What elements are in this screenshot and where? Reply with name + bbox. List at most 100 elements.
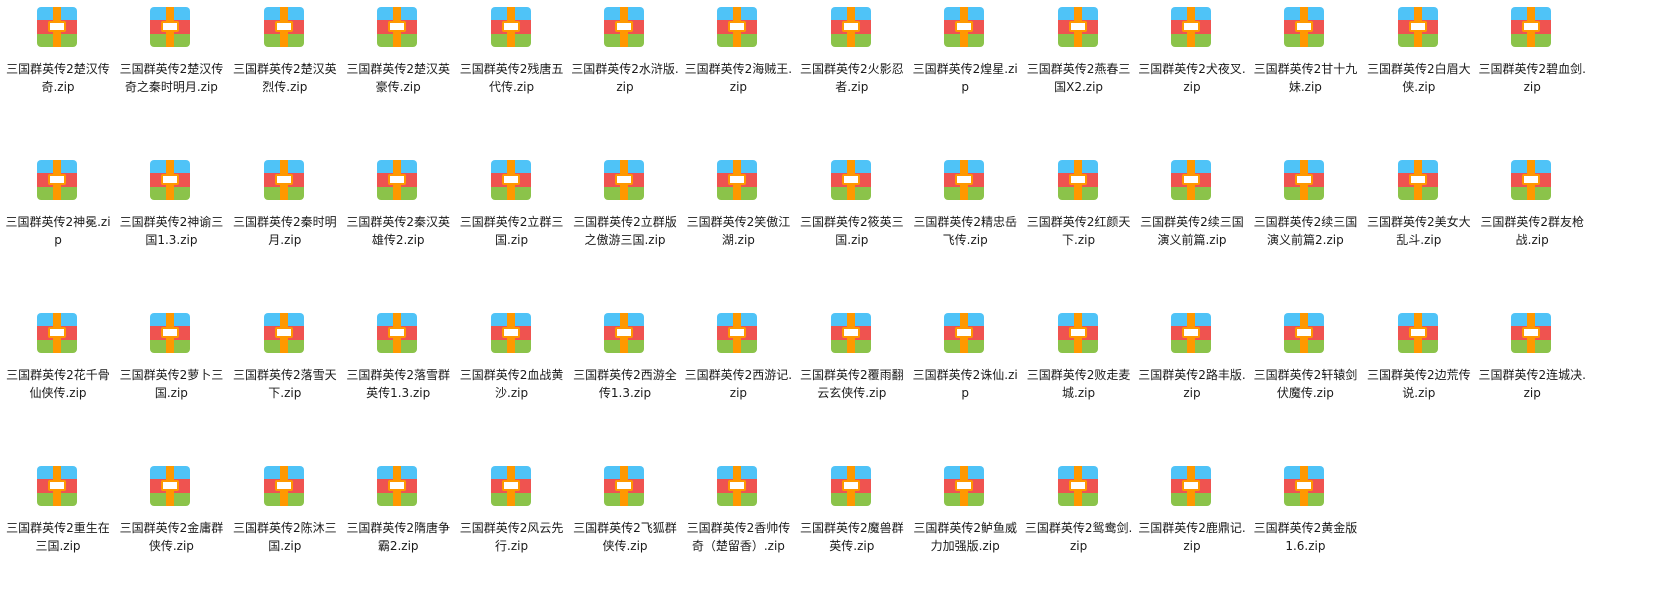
zip-archive-icon (263, 466, 304, 506)
file-name: 三国群英传2落雪天下.zip (232, 368, 337, 400)
file-item[interactable]: 三国群英传2楚汉传奇.zip (2, 0, 114, 150)
file-item[interactable]: 三国群英传2秦时明月.zip (229, 153, 341, 303)
file-name: 三国群英传2风云先行.zip (459, 521, 564, 553)
file-item[interactable]: 三国群英传2金庸群侠传.zip (115, 459, 227, 609)
file-item[interactable]: 三国群英传2楚汉英烈传.zip (229, 0, 341, 150)
file-item[interactable]: 三国群英传2落雪天下.zip (229, 306, 341, 456)
file-grid: 三国群英传2楚汉传奇.zip 三国群英传2楚汉传奇之秦时明月.zip 三国群英传2楚… (0, 0, 1661, 597)
file-name: 三国群英传2鸳鸯剑.zip (1024, 521, 1133, 553)
file-item[interactable]: 三国群英传2立群三国.zip (456, 153, 568, 303)
file-name: 三国群英传2海贼王.zip (684, 62, 793, 94)
file-item[interactable]: 三国群英传2花千骨仙侠传.zip (2, 306, 114, 456)
file-item[interactable]: 三国群英传2残唐五代传.zip (456, 0, 568, 150)
file-item[interactable]: 三国群英传2红颜天下.zip (1023, 153, 1135, 303)
file-item[interactable]: 三国群英传2血战黄沙.zip (456, 306, 568, 456)
file-item[interactable]: 三国群英传2立群版之傲游三国.zip (569, 153, 681, 303)
file-item[interactable]: 三国群英传2黄金版1.6.zip (1249, 459, 1361, 609)
zip-archive-icon (263, 313, 304, 353)
file-name: 三国群英传2楚汉传奇之秦时明月.zip (119, 62, 224, 94)
zip-archive-icon (490, 160, 531, 200)
file-name: 三国群英传2火影忍者.zip (799, 62, 904, 94)
zip-archive-icon (1284, 7, 1325, 47)
file-item[interactable]: 三国群英传2败走麦城.zip (1023, 306, 1135, 456)
file-item[interactable]: 三国群英传2碧血剑.zip (1476, 0, 1588, 150)
file-item[interactable]: 三国群英传2甘十九妹.zip (1249, 0, 1361, 150)
file-item[interactable]: 三国群英传2轩辕剑伏魔传.zip (1249, 306, 1361, 456)
zip-archive-icon (830, 313, 871, 353)
file-item[interactable]: 三国群英传2萝卜三国.zip (115, 306, 227, 456)
file-item[interactable]: 三国群英传2香帅传奇（楚留香）.zip (682, 459, 794, 609)
file-name: 三国群英传2甘十九妹.zip (1253, 62, 1358, 94)
file-name: 三国群英传2立群三国.zip (459, 215, 564, 247)
zip-archive-icon (37, 466, 77, 506)
file-item[interactable]: 三国群英传2海贼王.zip (682, 0, 794, 150)
file-name: 三国群英传2香帅传奇（楚留香）.zip (686, 521, 791, 553)
zip-archive-icon (717, 313, 758, 353)
file-item[interactable]: 三国群英传2隋唐争霸2.zip (342, 459, 454, 609)
file-item[interactable]: 三国群英传2楚汉传奇之秦时明月.zip (115, 0, 227, 150)
zip-archive-icon (830, 466, 871, 506)
file-name: 三国群英传2陈沐三国.zip (232, 521, 337, 553)
file-name: 三国群英传2楚汉英烈传.zip (232, 62, 337, 94)
file-item[interactable]: 三国群英传2续三国演义前篇.zip (1136, 153, 1248, 303)
file-item[interactable]: 三国群英传2水浒版.zip (569, 0, 681, 150)
file-name: 三国群英传2残唐五代传.zip (459, 62, 564, 94)
file-item[interactable]: 三国群英传2神谕三国1.3.zip (115, 153, 227, 303)
file-name: 三国群英传2燕春三国X2.zip (1026, 62, 1131, 94)
file-name: 三国群英传2重生在三国.zip (6, 521, 110, 553)
file-item[interactable]: 三国群英传2白眉大侠.zip (1363, 0, 1475, 150)
file-item[interactable]: 三国群英传2飞狐群侠传.zip (569, 459, 681, 609)
zip-archive-icon (944, 313, 985, 353)
file-name: 三国群英传2血战黄沙.zip (459, 368, 564, 400)
file-item[interactable]: 三国群英传2路丰版.zip (1136, 306, 1248, 456)
zip-archive-icon (1171, 160, 1211, 200)
file-name: 三国群英传2连城决.zip (1478, 368, 1586, 400)
file-item[interactable]: 三国群英传2筱英三国.zip (796, 153, 908, 303)
file-item[interactable]: 三国群英传2风云先行.zip (456, 459, 568, 609)
file-name: 三国群英传2飞狐群侠传.zip (573, 521, 677, 553)
file-item[interactable]: 三国群英传2精忠岳飞传.zip (909, 153, 1021, 303)
file-item[interactable]: 三国群英传2鹿鼎记.zip (1136, 459, 1248, 609)
zip-archive-icon (717, 7, 758, 47)
file-item[interactable]: 三国群英传2美女大乱斗.zip (1363, 153, 1475, 303)
zip-archive-icon (490, 313, 531, 353)
zip-archive-icon (1057, 7, 1098, 47)
file-name: 三国群英传2花千骨仙侠传.zip (6, 368, 110, 400)
file-name: 三国群英传2秦时明月.zip (232, 215, 337, 247)
file-item[interactable]: 三国群英传2火影忍者.zip (796, 0, 908, 150)
file-item[interactable]: 三国群英传2燕春三国X2.zip (1023, 0, 1135, 150)
file-name: 三国群英传2续三国演义前篇2.zip (1253, 215, 1358, 247)
file-name: 三国群英传2碧血剑.zip (1478, 62, 1586, 94)
file-item[interactable]: 三国群英传2笑傲江湖.zip (682, 153, 794, 303)
file-item[interactable]: 三国群英传2犬夜叉.zip (1136, 0, 1248, 150)
file-item[interactable]: 三国群英传2边荒传说.zip (1363, 306, 1475, 456)
file-item[interactable]: 三国群英传2落雪群英传1.3.zip (342, 306, 454, 456)
file-item[interactable]: 三国群英传2西游全传1.3.zip (569, 306, 681, 456)
file-name: 三国群英传2楚汉英豪传.zip (346, 62, 450, 94)
file-item[interactable]: 三国群英传2重生在三国.zip (2, 459, 114, 609)
file-item[interactable]: 三国群英传2续三国演义前篇2.zip (1249, 153, 1361, 303)
file-item[interactable]: 三国群英传2秦汉英雄传2.zip (342, 153, 454, 303)
file-name: 三国群英传2鲈鱼威力加强版.zip (913, 521, 1017, 553)
file-name: 三国群英传2神谕三国1.3.zip (119, 215, 224, 247)
file-item[interactable]: 三国群英传2覆雨翻云玄侠传.zip (796, 306, 908, 456)
file-item[interactable]: 三国群英传2魔兽群英传.zip (796, 459, 908, 609)
file-item[interactable]: 三国群英传2鲈鱼威力加强版.zip (909, 459, 1021, 609)
file-name: 三国群英传2西游记.zip (684, 368, 793, 400)
zip-archive-icon (604, 160, 644, 200)
file-name: 三国群英传2楚汉传奇.zip (6, 62, 110, 94)
zip-archive-icon (830, 7, 871, 47)
file-item[interactable]: 三国群英传2煌星.zip (909, 0, 1021, 150)
zip-archive-icon (1284, 313, 1325, 353)
file-item[interactable]: 三国群英传2西游记.zip (682, 306, 794, 456)
file-name: 三国群英传2神冕.zip (5, 215, 111, 247)
file-name: 三国群英传2立群版之傲游三国.zip (573, 215, 677, 247)
file-item[interactable]: 三国群英传2陈沐三国.zip (229, 459, 341, 609)
file-item[interactable]: 三国群英传2神冕.zip (2, 153, 114, 303)
file-item[interactable]: 三国群英传2诛仙.zip (909, 306, 1021, 456)
file-item[interactable]: 三国群英传2楚汉英豪传.zip (342, 0, 454, 150)
file-item[interactable]: 三国群英传2连城决.zip (1476, 306, 1588, 456)
file-item[interactable]: 三国群英传2群友枪战.zip (1476, 153, 1588, 303)
file-item[interactable]: 三国群英传2鸳鸯剑.zip (1023, 459, 1135, 609)
zip-archive-icon (377, 160, 418, 200)
